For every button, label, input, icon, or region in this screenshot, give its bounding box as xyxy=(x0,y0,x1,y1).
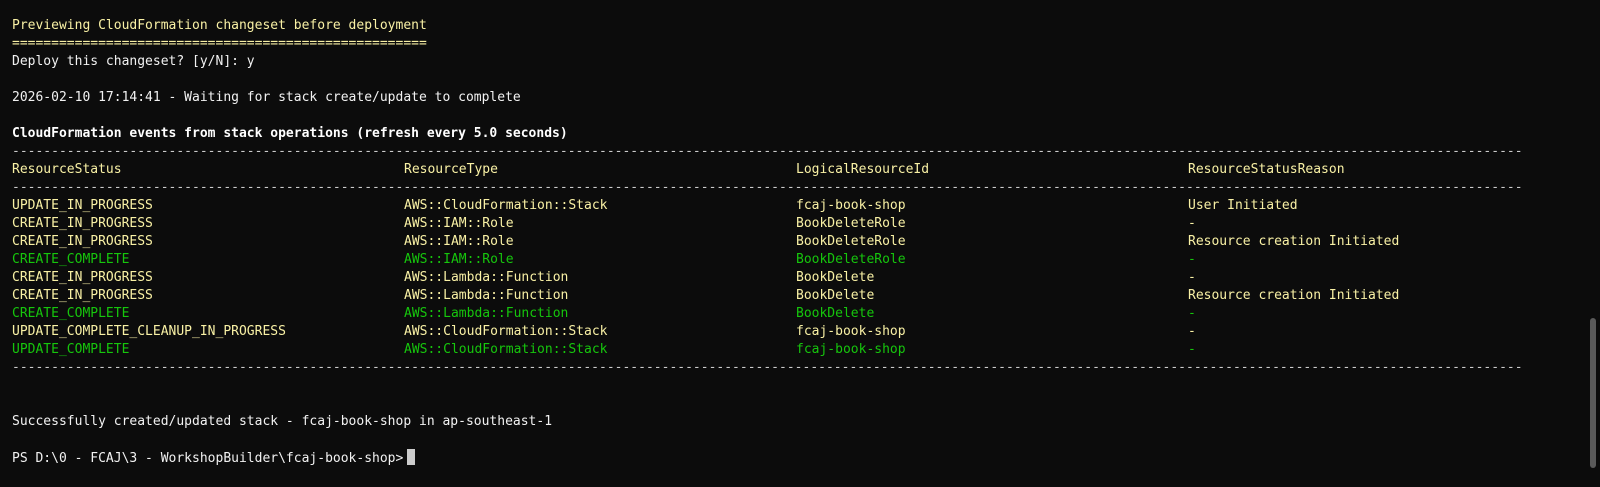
deploy-prompt: Deploy this changeset? [y/N]: y xyxy=(12,54,255,69)
event-status: CREATE_IN_PROGRESS xyxy=(12,234,153,249)
table-header-row: ResourceStatus ResourceType LogicalResou… xyxy=(12,161,1552,179)
event-status-reason: - xyxy=(1188,324,1196,339)
success-message: Successfully created/updated stack - fca… xyxy=(12,414,553,429)
event-status: CREATE_IN_PROGRESS xyxy=(12,270,153,285)
event-row: CREATE_IN_PROGRESS AWS::IAM::Role BookDele… xyxy=(12,233,1552,251)
event-row: CREATE_IN_PROGRESS AWS::IAM::Role BookDele… xyxy=(12,215,1552,233)
scrollbar-thumb[interactable] xyxy=(1590,318,1596,468)
event-resource-type: AWS::CloudFormation::Stack xyxy=(404,198,608,213)
event-row: CREATE_IN_PROGRESS AWS::Lambda::Function B… xyxy=(12,269,1552,287)
terminal-window[interactable]: Previewing CloudFormation changeset befo… xyxy=(0,0,1600,487)
table-header-rule: ----------------------------------------… xyxy=(12,180,1523,195)
event-resource-type: AWS::CloudFormation::Stack xyxy=(404,324,608,339)
preview-title: Previewing CloudFormation changeset befo… xyxy=(12,18,427,33)
header-resource-type: ResourceType xyxy=(404,162,498,177)
event-status-reason: - xyxy=(1188,252,1196,267)
shell-prompt-line[interactable]: PS D:\0 - FCAJ\3 - WorkshopBuilder\fcaj-… xyxy=(12,449,1552,467)
table-bottom-rule: ----------------------------------------… xyxy=(12,360,1523,375)
event-status-reason: User Initiated xyxy=(1188,198,1298,213)
event-status-reason: Resource creation Initiated xyxy=(1188,234,1400,249)
event-rows: UPDATE_IN_PROGRESSAWS::CloudFormation::S… xyxy=(12,197,1552,359)
event-row: CREATE_IN_PROGRESS AWS::Lambda::Function B… xyxy=(12,287,1552,305)
header-resource-status: ResourceStatus xyxy=(12,162,122,177)
event-status: UPDATE_IN_PROGRESS xyxy=(12,198,153,213)
event-resource-type: AWS::IAM::Role xyxy=(404,252,514,267)
event-row: CREATE_COMPLETE AWS::Lambda::Function Book… xyxy=(12,305,1552,323)
event-logical-id: BookDelete xyxy=(796,270,875,285)
event-status: UPDATE_COMPLETE_CLEANUP_IN_PROGRESS xyxy=(12,324,286,339)
event-row: UPDATE_IN_PROGRESS AWS::CloudFormation::S… xyxy=(12,197,1552,215)
events-title: CloudFormation events from stack operati… xyxy=(12,126,568,141)
event-logical-id: BookDelete xyxy=(796,306,875,321)
event-resource-type: AWS::Lambda::Function xyxy=(404,288,569,303)
event-logical-id: fcaj-book-shop xyxy=(796,324,906,339)
event-status: CREATE_COMPLETE xyxy=(12,252,130,267)
event-resource-type: AWS::CloudFormation::Stack xyxy=(404,342,608,357)
vertical-scrollbar[interactable] xyxy=(1586,0,1600,487)
event-row: UPDATE_COMPLETE_CLEANUP_IN_PROGRESS AWS::… xyxy=(12,323,1552,341)
header-logical-resource-id: LogicalResourceId xyxy=(796,162,930,177)
text-cursor xyxy=(407,449,416,465)
event-logical-id: BookDeleteRole xyxy=(796,234,906,249)
preview-rule: ========================================… xyxy=(12,36,427,51)
table-top-rule: ----------------------------------------… xyxy=(12,144,1523,159)
waiting-message: 2026-02-10 17:14:41 - Waiting for stack … xyxy=(12,90,521,105)
event-status-reason: Resource creation Initiated xyxy=(1188,288,1400,303)
event-logical-id: BookDeleteRole xyxy=(796,252,906,267)
event-logical-id: fcaj-book-shop xyxy=(796,198,906,213)
event-row: UPDATE_COMPLETE AWS::CloudFormation::Stac… xyxy=(12,341,1552,359)
event-logical-id: BookDeleteRole xyxy=(796,216,906,231)
event-status: UPDATE_COMPLETE xyxy=(12,342,130,357)
event-status: CREATE_IN_PROGRESS xyxy=(12,216,153,231)
event-status-reason: - xyxy=(1188,342,1196,357)
event-resource-type: AWS::IAM::Role xyxy=(404,234,514,249)
terminal-output: Previewing CloudFormation changeset befo… xyxy=(12,17,1552,467)
event-status: CREATE_COMPLETE xyxy=(12,306,130,321)
event-resource-type: AWS::Lambda::Function xyxy=(404,306,569,321)
event-resource-type: AWS::Lambda::Function xyxy=(404,270,569,285)
event-status-reason: - xyxy=(1188,270,1196,285)
header-resource-status-reason: ResourceStatusReason xyxy=(1188,162,1345,177)
event-status-reason: - xyxy=(1188,306,1196,321)
event-resource-type: AWS::IAM::Role xyxy=(404,216,514,231)
event-row: CREATE_COMPLETE AWS::IAM::Role BookDeleteR… xyxy=(12,251,1552,269)
event-status: CREATE_IN_PROGRESS xyxy=(12,288,153,303)
event-logical-id: fcaj-book-shop xyxy=(796,342,906,357)
event-status-reason: - xyxy=(1188,216,1196,231)
event-logical-id: BookDelete xyxy=(796,288,875,303)
shell-prompt: PS D:\0 - FCAJ\3 - WorkshopBuilder\fcaj-… xyxy=(12,451,404,466)
